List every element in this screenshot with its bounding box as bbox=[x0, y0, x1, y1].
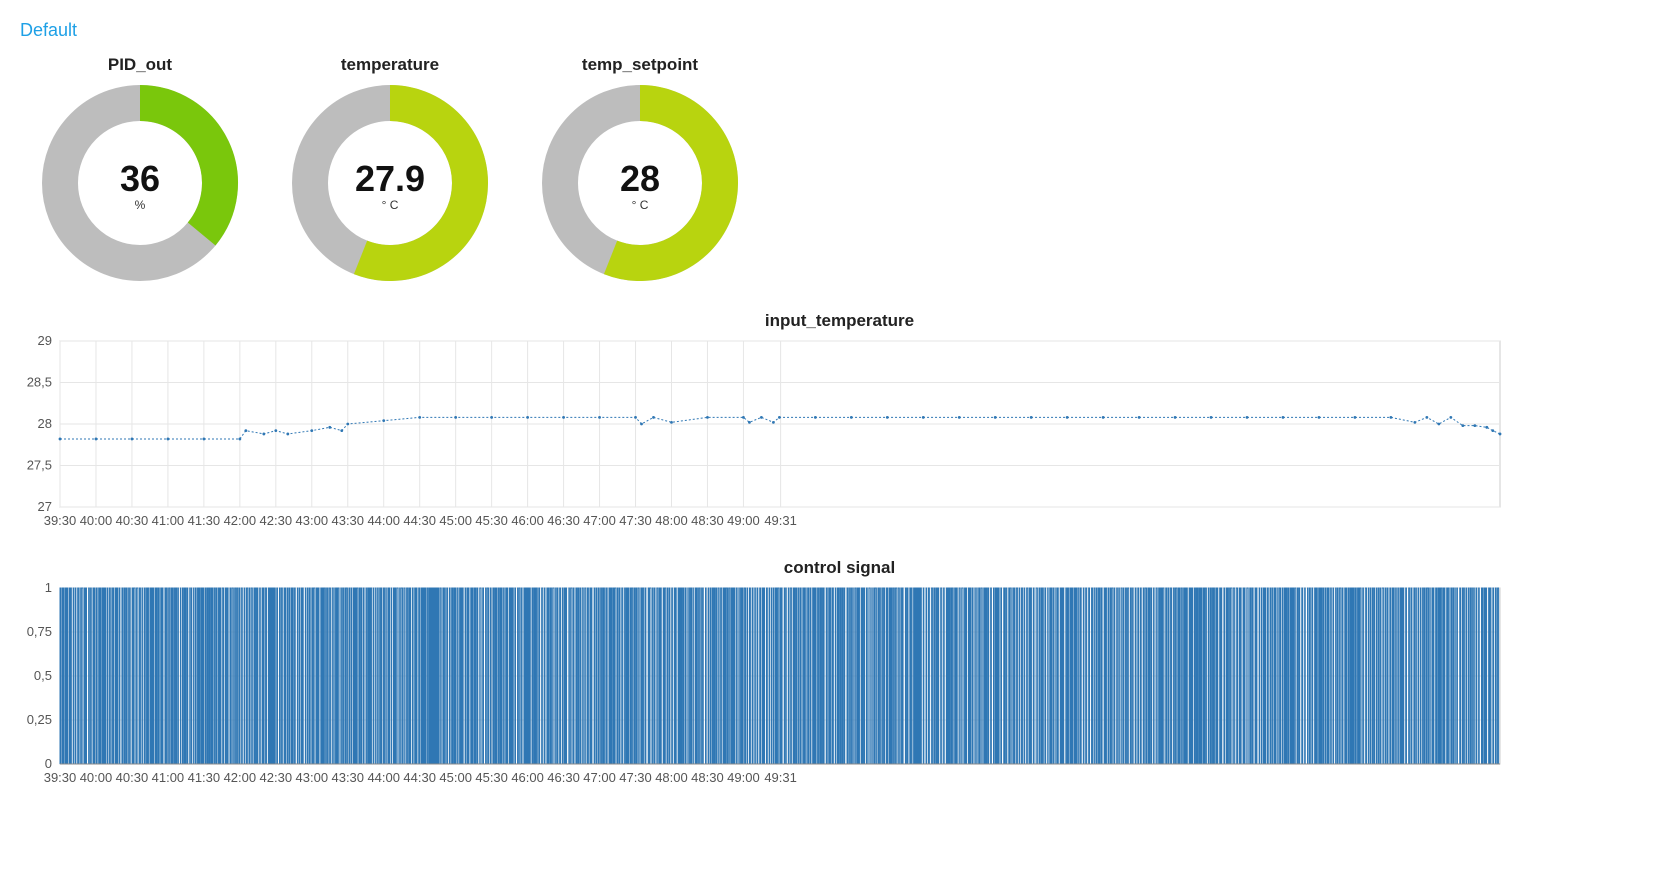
svg-text:43:00: 43:00 bbox=[296, 513, 329, 528]
gauges-row: PID_out 36 % temperature 27.9 ° C temp_s… bbox=[10, 45, 1669, 293]
gauge-pid-out: PID_out 36 % bbox=[40, 55, 240, 283]
svg-text:%: % bbox=[135, 198, 146, 212]
svg-text:47:00: 47:00 bbox=[583, 770, 616, 785]
gauge-title: temperature bbox=[341, 55, 439, 75]
svg-text:44:30: 44:30 bbox=[403, 770, 436, 785]
svg-text:43:00: 43:00 bbox=[296, 770, 329, 785]
svg-text:27.9: 27.9 bbox=[355, 158, 425, 199]
chart-control-signal: 00,250,50,75139:3040:0040:3041:0041:3042… bbox=[10, 582, 1669, 797]
svg-text:41:30: 41:30 bbox=[188, 513, 221, 528]
tab-default[interactable]: Default bbox=[10, 16, 87, 45]
svg-text:42:30: 42:30 bbox=[260, 770, 293, 785]
svg-text:42:30: 42:30 bbox=[260, 513, 293, 528]
svg-text:° C: ° C bbox=[632, 198, 649, 212]
svg-text:0: 0 bbox=[45, 756, 52, 771]
svg-text:40:00: 40:00 bbox=[80, 770, 113, 785]
svg-text:41:00: 41:00 bbox=[152, 770, 185, 785]
svg-text:41:00: 41:00 bbox=[152, 513, 185, 528]
gauge-temp-setpoint: temp_setpoint 28 ° C bbox=[540, 55, 740, 283]
svg-text:48:00: 48:00 bbox=[655, 770, 688, 785]
svg-text:40:00: 40:00 bbox=[80, 513, 113, 528]
chart-title-input-temperature: input_temperature bbox=[10, 311, 1669, 331]
svg-text:47:30: 47:30 bbox=[619, 513, 652, 528]
svg-text:49:31: 49:31 bbox=[764, 513, 797, 528]
svg-text:28,5: 28,5 bbox=[27, 375, 52, 390]
svg-text:44:00: 44:00 bbox=[367, 770, 400, 785]
svg-text:45:30: 45:30 bbox=[475, 513, 508, 528]
svg-text:48:30: 48:30 bbox=[691, 513, 724, 528]
svg-text:43:30: 43:30 bbox=[331, 513, 364, 528]
svg-text:47:00: 47:00 bbox=[583, 513, 616, 528]
svg-text:43:30: 43:30 bbox=[331, 770, 364, 785]
svg-text:49:31: 49:31 bbox=[764, 770, 797, 785]
svg-text:0,75: 0,75 bbox=[27, 624, 52, 639]
svg-text:40:30: 40:30 bbox=[116, 513, 149, 528]
svg-text:48:00: 48:00 bbox=[655, 513, 688, 528]
svg-text:49:00: 49:00 bbox=[727, 770, 760, 785]
svg-text:41:30: 41:30 bbox=[188, 770, 221, 785]
svg-text:0,5: 0,5 bbox=[34, 668, 52, 683]
svg-text:44:00: 44:00 bbox=[367, 513, 400, 528]
svg-text:42:00: 42:00 bbox=[224, 770, 257, 785]
svg-text:27,5: 27,5 bbox=[27, 458, 52, 473]
svg-text:29: 29 bbox=[38, 335, 52, 348]
svg-text:45:00: 45:00 bbox=[439, 770, 472, 785]
svg-text:48:30: 48:30 bbox=[691, 770, 724, 785]
svg-text:46:30: 46:30 bbox=[547, 770, 580, 785]
svg-text:28: 28 bbox=[620, 158, 660, 199]
svg-text:0,25: 0,25 bbox=[27, 712, 52, 727]
chart-input-temperature: 2727,52828,52939:3040:0040:3041:0041:304… bbox=[10, 335, 1669, 540]
svg-text:39:30: 39:30 bbox=[44, 770, 77, 785]
svg-text:40:30: 40:30 bbox=[116, 770, 149, 785]
chart-title-control-signal: control signal bbox=[10, 558, 1669, 578]
svg-text:46:00: 46:00 bbox=[511, 513, 544, 528]
svg-text:28: 28 bbox=[38, 416, 52, 431]
gauge-title: PID_out bbox=[108, 55, 172, 75]
svg-text:44:30: 44:30 bbox=[403, 513, 436, 528]
svg-text:46:00: 46:00 bbox=[511, 770, 544, 785]
svg-text:42:00: 42:00 bbox=[224, 513, 257, 528]
gauge-title: temp_setpoint bbox=[582, 55, 698, 75]
svg-text:36: 36 bbox=[120, 158, 160, 199]
svg-text:45:30: 45:30 bbox=[475, 770, 508, 785]
svg-text:49:00: 49:00 bbox=[727, 513, 760, 528]
svg-text:° C: ° C bbox=[382, 198, 399, 212]
svg-text:27: 27 bbox=[38, 499, 52, 514]
svg-text:47:30: 47:30 bbox=[619, 770, 652, 785]
svg-text:45:00: 45:00 bbox=[439, 513, 472, 528]
svg-text:46:30: 46:30 bbox=[547, 513, 580, 528]
gauge-temperature: temperature 27.9 ° C bbox=[290, 55, 490, 283]
svg-text:1: 1 bbox=[45, 582, 52, 595]
svg-text:39:30: 39:30 bbox=[44, 513, 77, 528]
